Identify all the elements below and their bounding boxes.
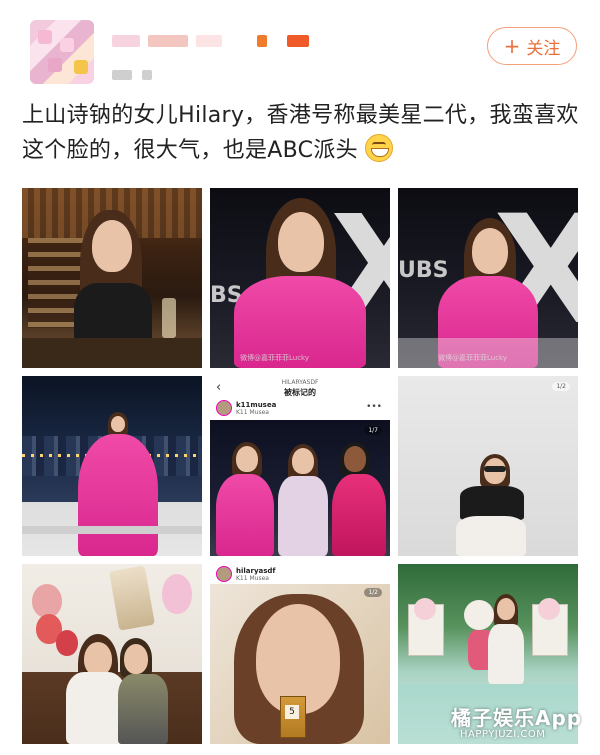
page-indicator: 1/7 xyxy=(364,426,382,435)
post-body: 上山诗钠的女儿Hilary，香港号称最美星二代，我蛮喜欢这个脸的，很大气，也是A… xyxy=(22,103,579,163)
photo-5[interactable]: ‹ HILARYASDF 被标记的 k11musea K11 Musea •••… xyxy=(210,376,390,556)
watermark: 微博@嘉菲菲菲Lucky xyxy=(240,354,310,362)
ig-username: hilaryasdf xyxy=(236,566,276,575)
brand-watermark: 橘子娱乐App xyxy=(451,706,583,730)
ig-header-title: 被标记的 xyxy=(284,388,316,397)
instagram-header: ‹ HILARYASDF 被标记的 k11musea K11 Musea ••• xyxy=(210,376,390,420)
post-header: + 关注 xyxy=(0,0,600,100)
photo-6[interactable]: 1/2 xyxy=(398,376,578,556)
perfume-number: 5 xyxy=(285,705,299,719)
ig-location: K11 Musea xyxy=(236,574,269,582)
follow-button[interactable]: + 关注 xyxy=(487,27,577,65)
photo-7[interactable] xyxy=(22,564,202,744)
photo-8[interactable]: hilaryasdf K11 Musea 1/2 5 xyxy=(210,564,390,744)
perfume-bottle: 5 xyxy=(280,696,306,738)
plus-icon: + xyxy=(503,34,521,58)
grinning-face-emoji xyxy=(365,134,394,162)
brand-url: HAPPYJUZI.COM xyxy=(460,729,546,740)
ig-location: K11 Musea xyxy=(236,408,269,416)
page-indicator: 1/2 xyxy=(364,588,382,597)
ig-avatar xyxy=(216,400,232,416)
photo-3[interactable]: X UBS 微博@嘉菲菲菲Lucky xyxy=(398,188,578,368)
avatar[interactable] xyxy=(30,20,94,84)
more-options-icon[interactable]: ••• xyxy=(366,402,382,412)
ig-header-small: HILARYASDF xyxy=(281,379,319,386)
follow-label: 关注 xyxy=(526,38,561,59)
photo-4[interactable] xyxy=(22,376,202,556)
photo-grid: X BS 微博@嘉菲菲菲Lucky X UBS 微博@嘉菲菲菲Lucky ‹ H… xyxy=(22,188,578,752)
watermark: 微博@嘉菲菲菲Lucky xyxy=(438,354,508,362)
post-text: 上山诗钠的女儿Hilary，香港号称最美星二代，我蛮喜欢这个脸的，很大气，也是A… xyxy=(22,98,582,168)
photo-1[interactable] xyxy=(22,188,202,368)
page-indicator: 1/2 xyxy=(552,382,570,391)
photo-2[interactable]: X BS 微博@嘉菲菲菲Lucky xyxy=(210,188,390,368)
username-blurred[interactable] xyxy=(112,35,312,49)
ig-avatar xyxy=(216,566,232,582)
ig-username: k11musea xyxy=(236,400,277,409)
